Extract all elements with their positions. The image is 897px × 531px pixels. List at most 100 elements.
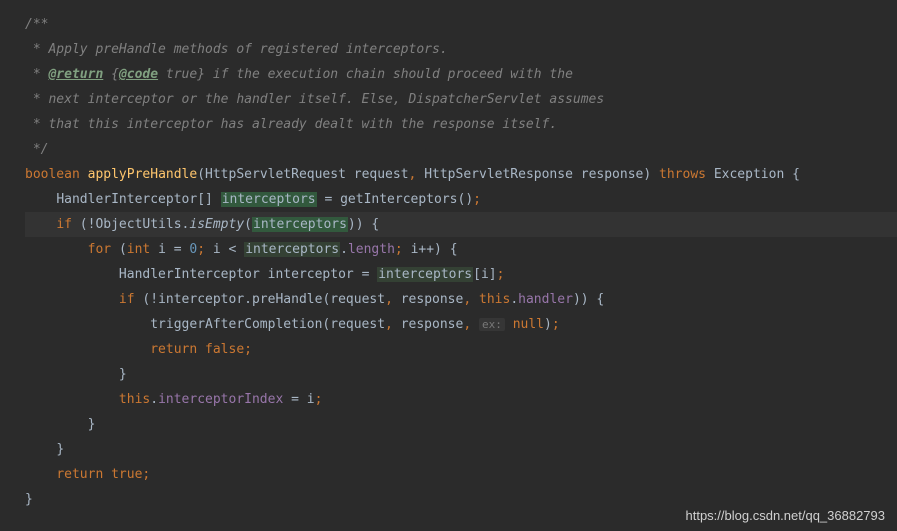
method-name: applyPreHandle bbox=[88, 167, 198, 182]
type: Exception bbox=[714, 167, 784, 182]
code-line: */ bbox=[25, 137, 897, 162]
keyword: return bbox=[150, 342, 197, 357]
keyword: this bbox=[479, 292, 510, 307]
punct: , bbox=[385, 317, 393, 332]
semi: ; bbox=[244, 342, 252, 357]
param: response bbox=[581, 167, 644, 182]
punct: = bbox=[174, 242, 182, 257]
variable: i bbox=[307, 392, 315, 407]
punct: = bbox=[291, 392, 299, 407]
comment-text: * bbox=[25, 67, 48, 82]
punct: ) bbox=[573, 292, 581, 307]
semi: ; bbox=[395, 242, 403, 257]
type: HandlerInterceptor bbox=[119, 267, 260, 282]
punct: . bbox=[244, 292, 252, 307]
punct: { bbox=[450, 242, 458, 257]
method-call: getInterceptors bbox=[340, 192, 457, 207]
punct: [] bbox=[197, 192, 213, 207]
variable: i bbox=[158, 242, 166, 257]
variable: interceptor bbox=[158, 292, 244, 307]
code-line: * next interceptor or the handler itself… bbox=[25, 87, 897, 112]
variable: i bbox=[213, 242, 221, 257]
punct: , bbox=[409, 167, 417, 182]
punct: { bbox=[792, 167, 800, 182]
keyword: boolean bbox=[25, 167, 80, 182]
semi: ; bbox=[315, 392, 323, 407]
code-line: return true; bbox=[25, 462, 897, 487]
punct: [ bbox=[473, 267, 481, 282]
variable-highlighted: interceptors bbox=[221, 192, 317, 207]
type: HttpServletResponse bbox=[424, 167, 573, 182]
doc-tag-code: @code bbox=[119, 67, 158, 82]
code-line: } bbox=[25, 362, 897, 387]
field: length bbox=[348, 242, 395, 257]
punct: { bbox=[596, 292, 604, 307]
doc-tag-return: @return bbox=[48, 67, 103, 82]
code-line: } bbox=[25, 437, 897, 462]
code-line: boolean applyPreHandle(HttpServletReques… bbox=[25, 162, 897, 187]
punct: ) bbox=[356, 217, 364, 232]
code-line: HandlerInterceptor interceptor = interce… bbox=[25, 262, 897, 287]
variable: response bbox=[401, 317, 464, 332]
type: HttpServletRequest bbox=[205, 167, 346, 182]
comment-text: { bbox=[103, 67, 119, 82]
variable-highlighted: interceptors bbox=[244, 242, 340, 257]
punct: { bbox=[371, 217, 379, 232]
punct: ( bbox=[244, 217, 252, 232]
semi: ; bbox=[473, 192, 481, 207]
code-line: /** bbox=[25, 12, 897, 37]
parameter-hint: ex: bbox=[479, 318, 505, 331]
field: interceptorIndex bbox=[158, 392, 283, 407]
code-line: return false; bbox=[25, 337, 897, 362]
punct: } bbox=[56, 442, 64, 457]
method-call: preHandle bbox=[252, 292, 322, 307]
code-line: this.interceptorIndex = i; bbox=[25, 387, 897, 412]
keyword: return bbox=[56, 467, 103, 482]
code-line: * that this interceptor has already deal… bbox=[25, 112, 897, 137]
method-call: triggerAfterCompletion bbox=[150, 317, 322, 332]
punct: . bbox=[150, 392, 158, 407]
punct: = bbox=[324, 192, 332, 207]
variable: interceptor bbox=[268, 267, 354, 282]
comment-text: * Apply preHandle methods of registered … bbox=[25, 42, 448, 57]
method-call: isEmpty bbox=[189, 217, 244, 232]
code-line: triggerAfterCompletion(request, response… bbox=[25, 312, 897, 337]
punct: () bbox=[458, 192, 474, 207]
punct: ) bbox=[544, 317, 552, 332]
punct: ) bbox=[348, 217, 356, 232]
variable-highlighted: interceptors bbox=[252, 217, 348, 232]
comment-text: true} if the execution chain should proc… bbox=[158, 67, 573, 82]
variable-highlighted: interceptors bbox=[377, 267, 473, 282]
keyword: null bbox=[513, 317, 544, 332]
punct: ] bbox=[489, 267, 497, 282]
keyword: this bbox=[119, 392, 150, 407]
comment-text: */ bbox=[25, 142, 48, 157]
expr: i++ bbox=[411, 242, 434, 257]
variable: request bbox=[330, 317, 385, 332]
punct: ) bbox=[643, 167, 651, 182]
watermark-text: https://blog.csdn.net/qq_36882793 bbox=[686, 508, 886, 523]
semi: ; bbox=[552, 317, 560, 332]
punct: ( bbox=[80, 217, 88, 232]
keyword: true bbox=[111, 467, 142, 482]
punct: ( bbox=[119, 242, 127, 257]
variable: i bbox=[481, 267, 489, 282]
punct: ) bbox=[434, 242, 442, 257]
variable: response bbox=[401, 292, 464, 307]
keyword: int bbox=[127, 242, 150, 257]
semi: ; bbox=[197, 242, 205, 257]
code-line-current: if (!ObjectUtils.isEmpty(interceptors)) … bbox=[25, 212, 897, 237]
variable: request bbox=[330, 292, 385, 307]
field: handler bbox=[518, 292, 573, 307]
keyword: false bbox=[205, 342, 244, 357]
code-editor[interactable]: /** * Apply preHandle methods of registe… bbox=[0, 0, 897, 524]
semi: ; bbox=[497, 267, 505, 282]
keyword: for bbox=[88, 242, 111, 257]
punct: } bbox=[88, 417, 96, 432]
punct: , bbox=[463, 317, 471, 332]
code-line: * Apply preHandle methods of registered … bbox=[25, 37, 897, 62]
type: HandlerInterceptor bbox=[56, 192, 197, 207]
punct: } bbox=[25, 492, 33, 507]
keyword: if bbox=[119, 292, 135, 307]
comment-text: * next interceptor or the handler itself… bbox=[25, 92, 604, 107]
